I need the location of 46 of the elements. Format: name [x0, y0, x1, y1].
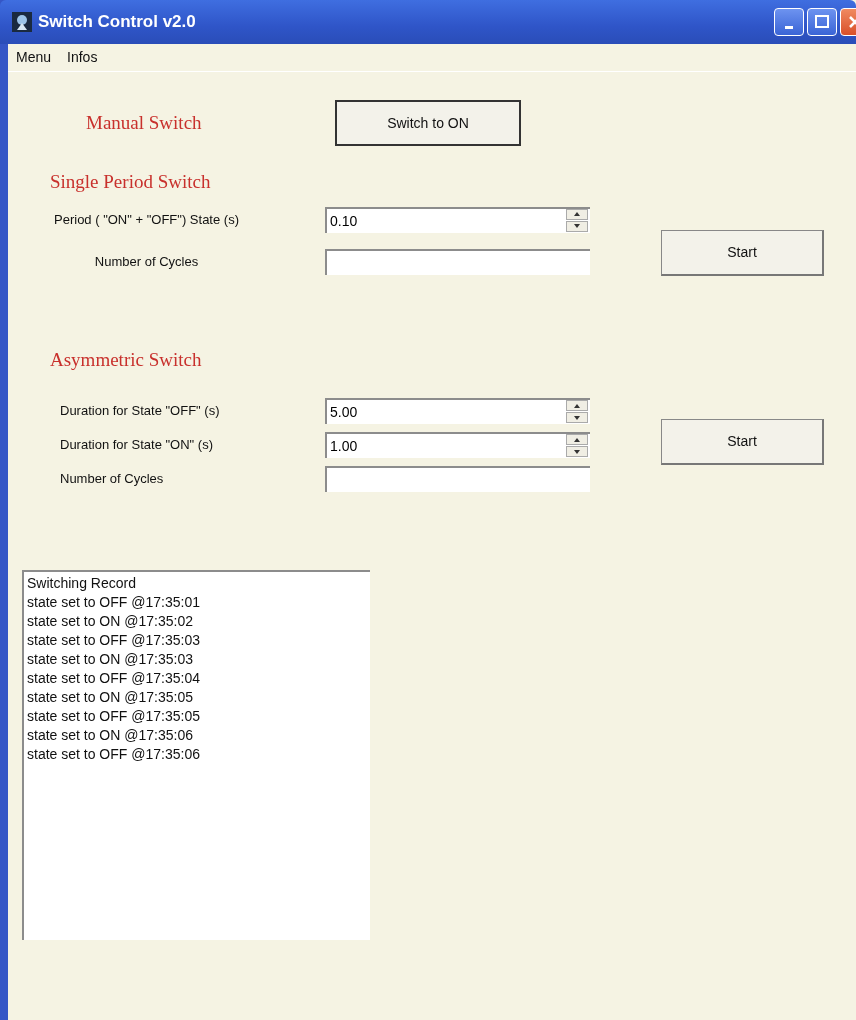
section-heading: Manual Switch	[86, 110, 203, 135]
app-icon	[12, 12, 32, 32]
log-entry: state set to OFF @17:35:05	[27, 707, 201, 726]
field-label: Period ( "ON" + "OFF") State (s)	[53, 212, 240, 227]
menu-item[interactable]: Infos	[67, 47, 98, 68]
spinner-field[interactable]: 1.00	[325, 432, 590, 458]
spin-up-button[interactable]	[566, 208, 588, 220]
section-heading: Asymmetric Switch	[50, 347, 203, 372]
log-entry: state set to OFF @17:35:04	[27, 669, 201, 688]
log-entry: state set to OFF @17:35:03	[27, 631, 201, 650]
log-entry: Switching Record	[27, 574, 137, 593]
window-title: Switch Control v2.0	[38, 11, 196, 34]
up-arrow-icon	[574, 212, 580, 216]
field-label: Duration for State "OFF" (s)	[59, 404, 221, 418]
log-entry: state set to OFF @17:35:06	[27, 745, 201, 764]
log-entry: state set to OFF @17:35:01	[27, 593, 201, 612]
log-entry: state set to ON @17:35:05	[27, 688, 194, 707]
section-heading: Single Period Switch	[50, 170, 212, 194]
down-arrow-icon	[574, 415, 580, 420]
up-arrow-icon	[574, 437, 580, 442]
spin-up-button[interactable]	[566, 400, 588, 411]
menu-item[interactable]: Menu	[16, 47, 52, 68]
spin-up-button[interactable]	[566, 434, 588, 445]
field-label: Duration for State "ON" (s)	[59, 438, 214, 452]
start-button[interactable]: Start	[661, 419, 824, 465]
down-arrow-icon	[574, 224, 580, 228]
input-field[interactable]	[325, 466, 590, 492]
switch-button[interactable]: Switch to ON	[335, 100, 521, 146]
spinner-field[interactable]: 5.00	[325, 398, 590, 424]
minimize-icon	[785, 25, 793, 29]
spin-down-button[interactable]	[566, 220, 588, 232]
spin-down-button[interactable]	[566, 446, 588, 457]
spin-down-button[interactable]	[566, 412, 588, 423]
input-field[interactable]	[325, 248, 590, 275]
field-label: Number of Cycles	[93, 254, 200, 269]
log-entry: state set to ON @17:35:03	[27, 650, 194, 669]
minimize-button[interactable]	[774, 8, 804, 36]
down-arrow-icon	[574, 449, 580, 454]
field-label: Number of Cycles	[59, 472, 165, 486]
start-button[interactable]: Start	[661, 229, 824, 276]
log-entry: state set to ON @17:35:02	[27, 612, 194, 631]
up-arrow-icon	[574, 403, 580, 408]
maximize-icon	[814, 14, 830, 30]
spinner-field[interactable]: 0.10	[325, 206, 590, 233]
log-entry: state set to ON @17:35:06	[27, 726, 194, 745]
maximize-button[interactable]	[807, 8, 837, 36]
